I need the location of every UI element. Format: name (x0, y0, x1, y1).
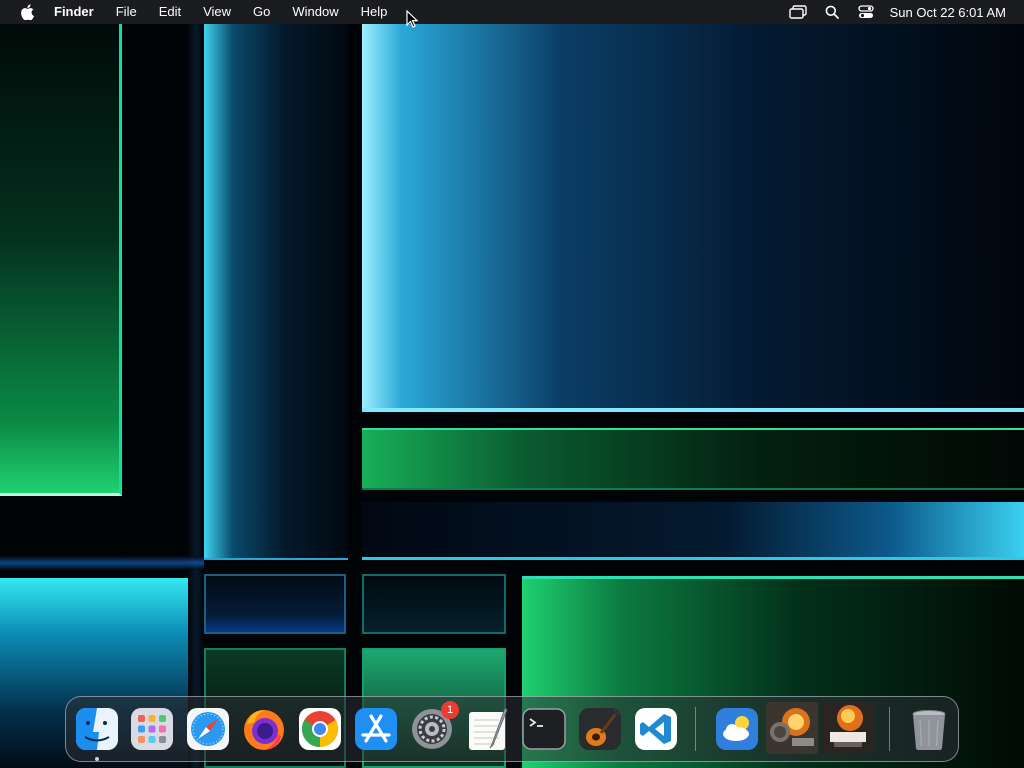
finder-icon (76, 708, 118, 750)
weather-icon (716, 708, 758, 750)
menu-clock[interactable]: Sun Oct 22 6:01 AM (890, 5, 1006, 20)
explosion-thumbnail-icon (766, 702, 818, 754)
vscode-icon (635, 708, 677, 750)
menu-window[interactable]: Window (292, 0, 338, 24)
menu-file[interactable]: File (116, 0, 137, 24)
chrome-icon (299, 708, 341, 750)
dock-system-settings[interactable]: 1 (409, 701, 459, 752)
menu-help[interactable]: Help (361, 0, 388, 24)
dock-textedit[interactable] (465, 706, 511, 752)
trash-icon (912, 710, 946, 750)
firefox-icon (244, 710, 284, 750)
dock-recent-item-2[interactable] (822, 702, 874, 754)
notification-badge: 1 (441, 701, 459, 719)
dock: 1 (65, 696, 959, 762)
dock-launchpad[interactable] (129, 706, 175, 752)
dock-terminal[interactable] (521, 706, 567, 752)
dock-trash[interactable] (906, 706, 952, 752)
menu-app-name[interactable]: Finder (54, 0, 94, 24)
garageband-icon (579, 708, 621, 750)
dock-weather[interactable] (714, 706, 760, 752)
menu-edit[interactable]: Edit (159, 0, 181, 24)
textedit-icon (469, 707, 508, 750)
dock-garageband[interactable] (577, 706, 623, 752)
dock-safari[interactable] (185, 706, 231, 752)
mouse-cursor-icon (406, 10, 418, 28)
app-store-icon (355, 708, 397, 750)
dock-vscode[interactable] (633, 706, 679, 752)
terminal-icon (522, 708, 566, 750)
screen-mirroring-icon[interactable] (788, 3, 808, 21)
menu-view[interactable]: View (203, 0, 231, 24)
running-indicator (95, 757, 99, 761)
menu-go[interactable]: Go (253, 0, 270, 24)
apple-logo-icon[interactable] (18, 3, 36, 21)
spotlight-search-icon[interactable] (822, 3, 842, 21)
explosion-thumbnail-icon (822, 702, 874, 754)
dock-chrome[interactable] (297, 706, 343, 752)
dock-recent-item-1[interactable] (766, 702, 818, 754)
launchpad-icon (131, 708, 173, 750)
dock-app-store[interactable] (353, 706, 399, 752)
menu-bar: Finder File Edit View Go Window Help Sun… (0, 0, 1024, 24)
desktop-wallpaper (0, 0, 1024, 768)
dock-divider (889, 707, 890, 751)
dock-firefox[interactable] (241, 706, 287, 752)
dock-divider (695, 707, 696, 751)
dock-finder[interactable] (74, 706, 120, 761)
safari-icon (187, 708, 229, 750)
control-center-icon[interactable] (856, 3, 876, 21)
